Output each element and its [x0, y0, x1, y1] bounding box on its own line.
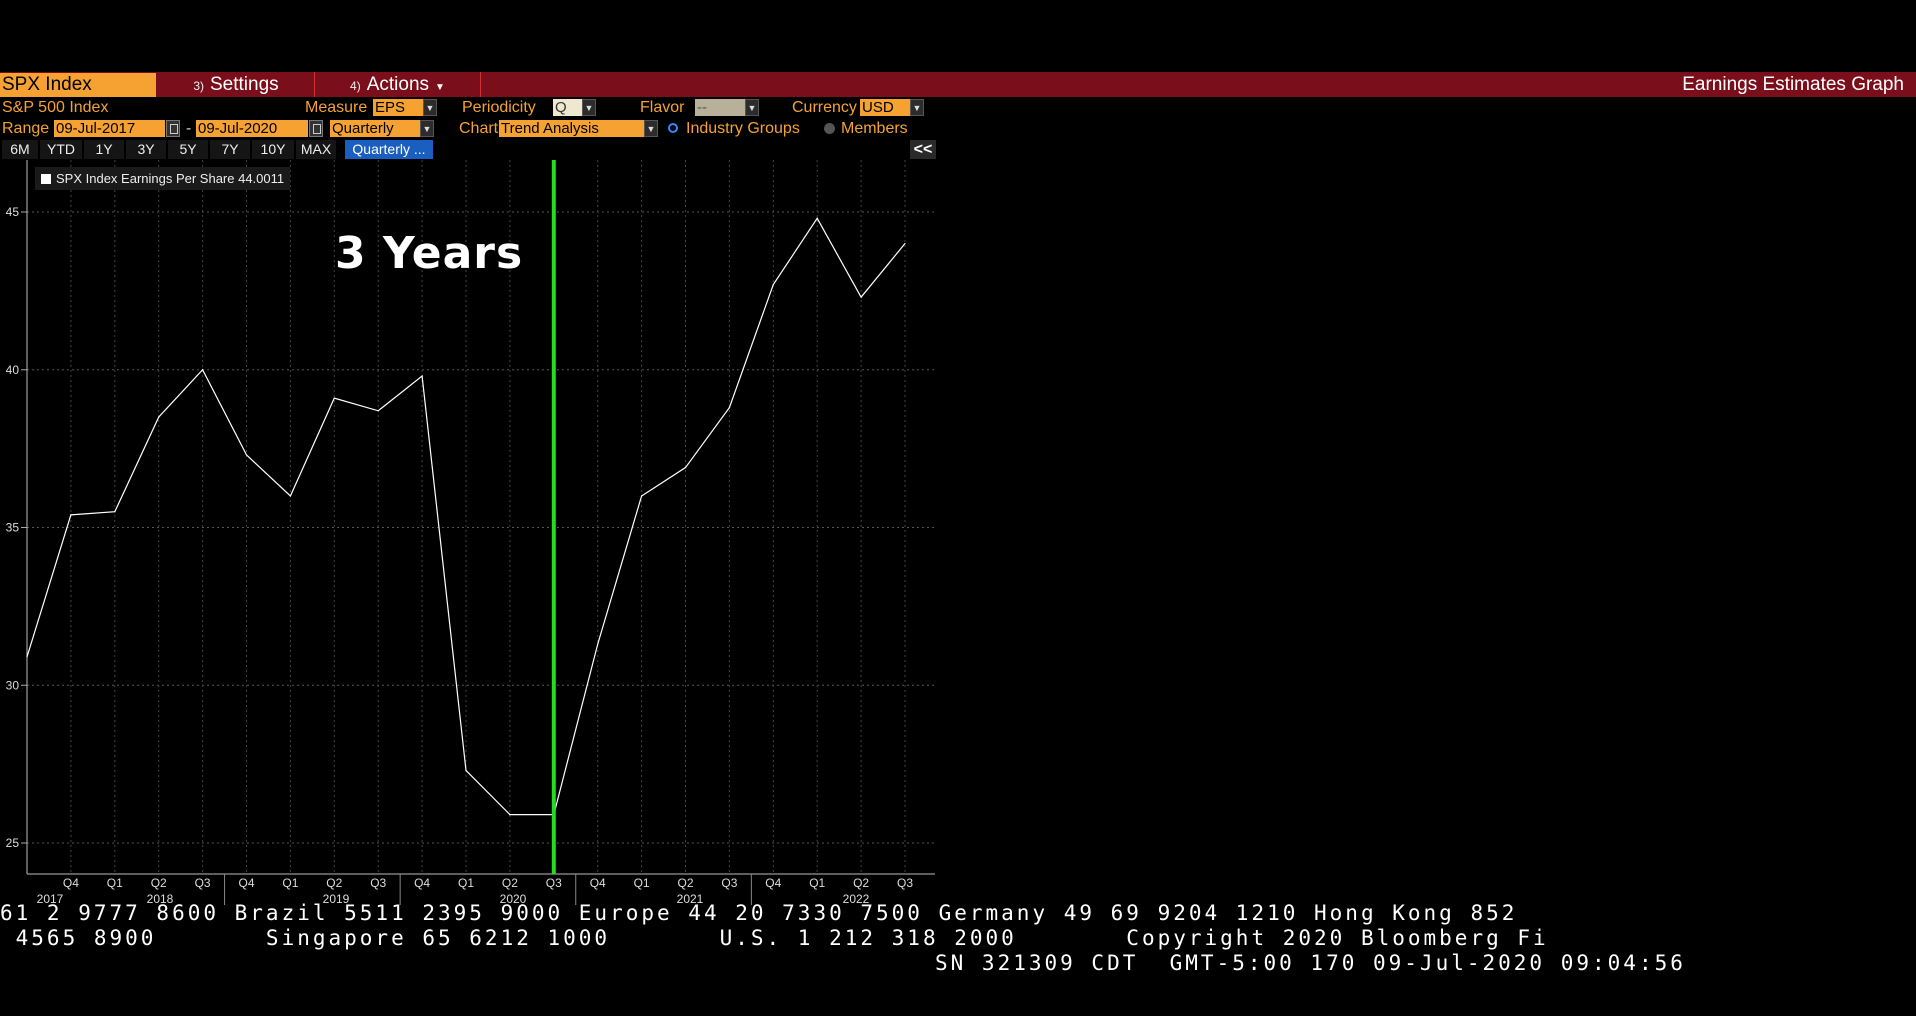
eps-data-point — [377, 410, 379, 412]
eps-data-point — [465, 769, 467, 772]
ticker-field[interactable]: SPX Index — [0, 73, 156, 97]
eps-data-point — [860, 296, 862, 298]
eps-data-point — [772, 283, 774, 286]
y-tick-label: 45 — [6, 205, 20, 219]
x-tick-label: Q3 — [370, 876, 386, 890]
eps-data-point — [904, 242, 906, 245]
contact-line-1: 61 2 9777 8600 Brazil 5511 2395 9000 Eur… — [0, 901, 1518, 925]
range-label: Range — [2, 120, 50, 137]
zoom-6m-button[interactable]: 6M — [2, 140, 38, 159]
measure-dropdown-icon[interactable]: ▼ — [423, 99, 437, 116]
eps-data-point — [641, 495, 643, 497]
range-start-input[interactable]: 09-Jul-2017 — [54, 120, 165, 137]
calendar-icon[interactable] — [166, 120, 180, 137]
x-tick-label: Q2 — [853, 876, 869, 890]
currency-label: Currency — [792, 99, 857, 116]
y-tick-label: 35 — [6, 521, 20, 535]
x-tick-label: Q4 — [414, 876, 430, 890]
x-tick-label: Q4 — [63, 876, 79, 890]
actions-number: 4) — [350, 79, 361, 93]
x-tick-label: Q4 — [590, 876, 606, 890]
zoom-7y-button[interactable]: 7Y — [210, 140, 250, 159]
settings-label: Settings — [210, 74, 279, 95]
legend-label: SPX Index Earnings Per Share 44.0011 — [56, 171, 285, 186]
actions-button[interactable]: 4) Actions ▼ — [315, 72, 481, 97]
periodicity-label: Periodicity — [462, 99, 536, 116]
y-tick-label: 25 — [6, 836, 20, 850]
chart-annotation: 3 Years — [335, 228, 524, 279]
flavor-select[interactable]: -- — [695, 99, 745, 116]
x-tick-label: Q1 — [458, 876, 474, 890]
members-radio[interactable] — [824, 123, 835, 134]
x-tick-label: Q1 — [282, 876, 298, 890]
zoom-3y-button[interactable]: 3Y — [126, 140, 166, 159]
measure-label: Measure — [305, 99, 368, 116]
eps-data-point — [26, 656, 28, 658]
y-tick-label: 30 — [6, 678, 20, 692]
x-tick-label: Q1 — [634, 876, 650, 890]
eps-data-point — [70, 514, 72, 516]
x-tick-label: Q3 — [546, 876, 562, 890]
zoom-5y-button[interactable]: 5Y — [168, 140, 208, 159]
period-select[interactable]: Quarterly — [330, 120, 420, 137]
calendar-icon[interactable] — [309, 120, 323, 137]
eps-data-point — [158, 416, 160, 418]
y-tick-label: 40 — [6, 363, 20, 377]
x-tick-label: Q4 — [238, 876, 254, 890]
session-line: SN 321309 CDT GMT-5:00 170 09-Jul-2020 0… — [935, 951, 1686, 975]
flavor-dropdown-icon[interactable]: ▼ — [745, 99, 759, 116]
x-tick-label: Q3 — [897, 876, 913, 890]
eps-data-point — [509, 814, 511, 816]
zoom-quarterly-button[interactable]: Quarterly ... — [345, 140, 433, 159]
chevron-down-icon: ▼ — [435, 82, 445, 93]
eps-data-point — [289, 495, 291, 497]
x-tick-label: Q2 — [502, 876, 518, 890]
currency-dropdown-icon[interactable]: ▼ — [910, 99, 924, 116]
eps-data-point — [421, 375, 423, 377]
zoom-1y-button[interactable]: 1Y — [84, 140, 124, 159]
eps-data-point — [684, 466, 687, 469]
eps-data-point — [114, 511, 116, 513]
zoom-ytd-button[interactable]: YTD — [40, 140, 82, 159]
settings-number: 3) — [193, 79, 204, 93]
collapse-panel-button[interactable]: << — [910, 140, 936, 159]
measure-select[interactable]: EPS — [373, 99, 423, 116]
industry-groups-label: Industry Groups — [686, 120, 800, 137]
eps-data-point — [245, 454, 248, 456]
periodicity-select[interactable]: Q — [553, 99, 583, 116]
members-label: Members — [841, 120, 908, 137]
security-name: S&P 500 Index — [2, 99, 109, 116]
zoom-max-button[interactable]: MAX — [296, 140, 336, 159]
eps-data-point — [333, 397, 335, 399]
x-tick-label: Q2 — [677, 876, 693, 890]
actions-label: Actions — [366, 74, 430, 95]
x-tick-label: Q1 — [107, 876, 123, 890]
page-title: Earnings Estimates Graph — [1682, 74, 1904, 95]
range-end-input[interactable]: 09-Jul-2020 — [196, 120, 308, 137]
eps-data-point — [728, 407, 731, 409]
zoom-10y-button[interactable]: 10Y — [252, 140, 294, 159]
chart-type-select[interactable]: Trend Analysis — [499, 120, 644, 137]
x-tick-label: Q2 — [151, 876, 167, 890]
eps-data-point — [202, 369, 204, 371]
legend-swatch — [41, 174, 51, 184]
x-tick-label: Q4 — [765, 876, 781, 890]
chart-type-dropdown-icon[interactable]: ▼ — [644, 120, 658, 137]
chart-label: Chart — [459, 120, 499, 137]
range-separator: - — [186, 120, 192, 137]
x-tick-label: Q3 — [721, 876, 737, 890]
x-tick-label: Q3 — [195, 876, 211, 890]
industry-groups-radio[interactable] — [668, 123, 678, 133]
x-tick-label: Q1 — [809, 876, 825, 890]
period-dropdown-icon[interactable]: ▼ — [420, 120, 434, 137]
chart-legend[interactable]: SPX Index Earnings Per Share 44.0011 — [35, 167, 291, 190]
contact-line-2: 4565 8900 Singapore 65 6212 1000 U.S. 1 … — [0, 926, 1549, 950]
currency-select[interactable]: USD — [860, 99, 910, 116]
eps-data-point — [816, 217, 818, 219]
periodicity-dropdown-icon[interactable]: ▼ — [582, 99, 596, 116]
flavor-label: Flavor — [640, 99, 685, 116]
eps-data-point — [597, 643, 599, 645]
x-tick-label: Q2 — [326, 876, 342, 890]
settings-button[interactable]: 3) Settings — [158, 72, 315, 97]
